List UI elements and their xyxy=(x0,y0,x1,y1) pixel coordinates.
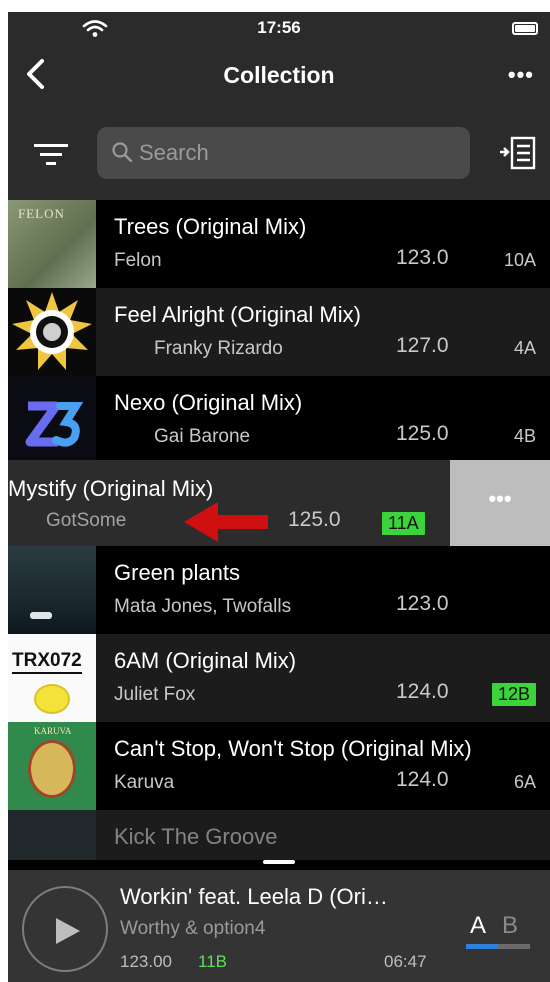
search-placeholder: Search xyxy=(139,140,209,165)
track-row[interactable]: Kick The Groove xyxy=(8,810,550,860)
track-artist: GotSome xyxy=(46,510,127,531)
track-artist: Juliet Fox xyxy=(114,684,196,705)
album-art-label: TRX072 xyxy=(12,650,82,674)
track-row[interactable]: KARUVA Can't Stop, Won't Stop (Original … xyxy=(8,722,550,810)
now-playing-time: 06:47 xyxy=(384,952,427,971)
album-art-label: KARUVA xyxy=(34,726,72,736)
now-playing-key: 11B xyxy=(198,952,227,971)
album-art-label: FELON xyxy=(18,206,65,221)
play-button[interactable] xyxy=(22,886,108,972)
deck-b-toggle[interactable]: B xyxy=(502,912,518,940)
row-more-button[interactable]: ••• xyxy=(450,460,550,546)
track-title: Mystify (Original Mix) xyxy=(8,476,214,501)
track-title: Kick The Groove xyxy=(114,824,278,849)
now-playing-bpm: 123.00 xyxy=(120,952,172,971)
track-bpm: 123.0 xyxy=(396,592,449,615)
track-row[interactable]: TRX072 6AM (Original Mix) Juliet Fox 124… xyxy=(8,634,550,722)
track-bpm: 125.0 xyxy=(396,422,449,445)
track-title: Can't Stop, Won't Stop (Original Mix) xyxy=(114,736,472,761)
page-title: Collection xyxy=(223,62,335,88)
track-key: 6A xyxy=(513,772,536,792)
track-bpm: 124.0 xyxy=(396,768,449,791)
album-art-logo xyxy=(30,612,52,619)
track-title: Green plants xyxy=(114,560,240,585)
track-key: 4A xyxy=(513,338,536,358)
track-bpm: 127.0 xyxy=(396,334,449,357)
track-row[interactable]: Feel Alright (Original Mix) Franky Rizar… xyxy=(8,288,550,376)
track-key: 10A xyxy=(503,250,536,270)
play-icon xyxy=(56,918,80,944)
now-playing-artist: Worthy & option4 xyxy=(120,918,266,939)
album-art xyxy=(8,376,96,464)
filter-icon[interactable] xyxy=(34,142,68,168)
album-art: KARUVA xyxy=(8,722,96,810)
track-key: 4B xyxy=(513,426,536,446)
sun-artwork-icon xyxy=(12,292,92,370)
track-key-badge: 11A xyxy=(382,512,425,535)
track-title: 6AM (Original Mix) xyxy=(114,648,297,673)
search-input[interactable]: Search xyxy=(97,127,470,179)
more-options-icon[interactable]: ••• xyxy=(508,62,534,88)
track-artist: Franky Rizardo xyxy=(154,338,283,359)
track-artist: Karuva xyxy=(114,772,175,793)
track-title: Trees (Original Mix) xyxy=(114,214,307,239)
status-time: 17:56 xyxy=(257,18,301,37)
album-art xyxy=(8,546,96,634)
swipe-arrow-icon xyxy=(184,502,268,542)
track-bpm: 124.0 xyxy=(396,680,449,703)
player-drag-handle[interactable] xyxy=(263,860,295,864)
deck-a-toggle[interactable]: A xyxy=(470,912,486,940)
track-artist: Gai Barone xyxy=(154,426,251,447)
track-row[interactable]: FELON Trees (Original Mix) Felon 123.0 1… xyxy=(8,200,550,288)
track-bpm: 123.0 xyxy=(396,246,449,269)
deck-indicator xyxy=(466,944,530,949)
add-to-list-icon[interactable] xyxy=(498,136,536,170)
deck-indicator-fill xyxy=(466,944,498,949)
album-art: TRX072 xyxy=(8,634,96,722)
album-art-face xyxy=(28,740,76,798)
track-row[interactable]: Green plants Mata Jones, Twofalls 123.0 xyxy=(8,546,550,634)
track-key-badge: 12B xyxy=(491,683,536,706)
search-icon xyxy=(112,142,133,163)
track-row-swiped[interactable]: Mystify (Original Mix) GotSome 125.0 11A… xyxy=(8,460,550,546)
album-art: FELON xyxy=(8,200,96,288)
track-title: Nexo (Original Mix) xyxy=(114,390,303,415)
track-artist: Mata Jones, Twofalls xyxy=(114,596,292,617)
track-artist: Felon xyxy=(114,250,162,271)
z3-artwork-icon xyxy=(25,401,84,447)
battery-icon xyxy=(512,22,538,35)
album-art-disc xyxy=(34,684,70,714)
mini-player[interactable]: Workin' feat. Leela D (Ori… Worthy & opt… xyxy=(8,870,550,982)
track-bpm: 125.0 xyxy=(288,508,341,531)
track-row[interactable]: Nexo (Original Mix) Gai Barone 125.0 4B xyxy=(8,376,550,464)
top-bar: 17:56 Collection ••• Search xyxy=(8,12,550,200)
album-art xyxy=(8,810,96,860)
album-art xyxy=(8,288,96,376)
track-title: Feel Alright (Original Mix) xyxy=(114,302,361,327)
now-playing-title: Workin' feat. Leela D (Ori… xyxy=(120,884,388,909)
phone-screen: 17:56 Collection ••• Search FELON Trees … xyxy=(8,12,550,982)
